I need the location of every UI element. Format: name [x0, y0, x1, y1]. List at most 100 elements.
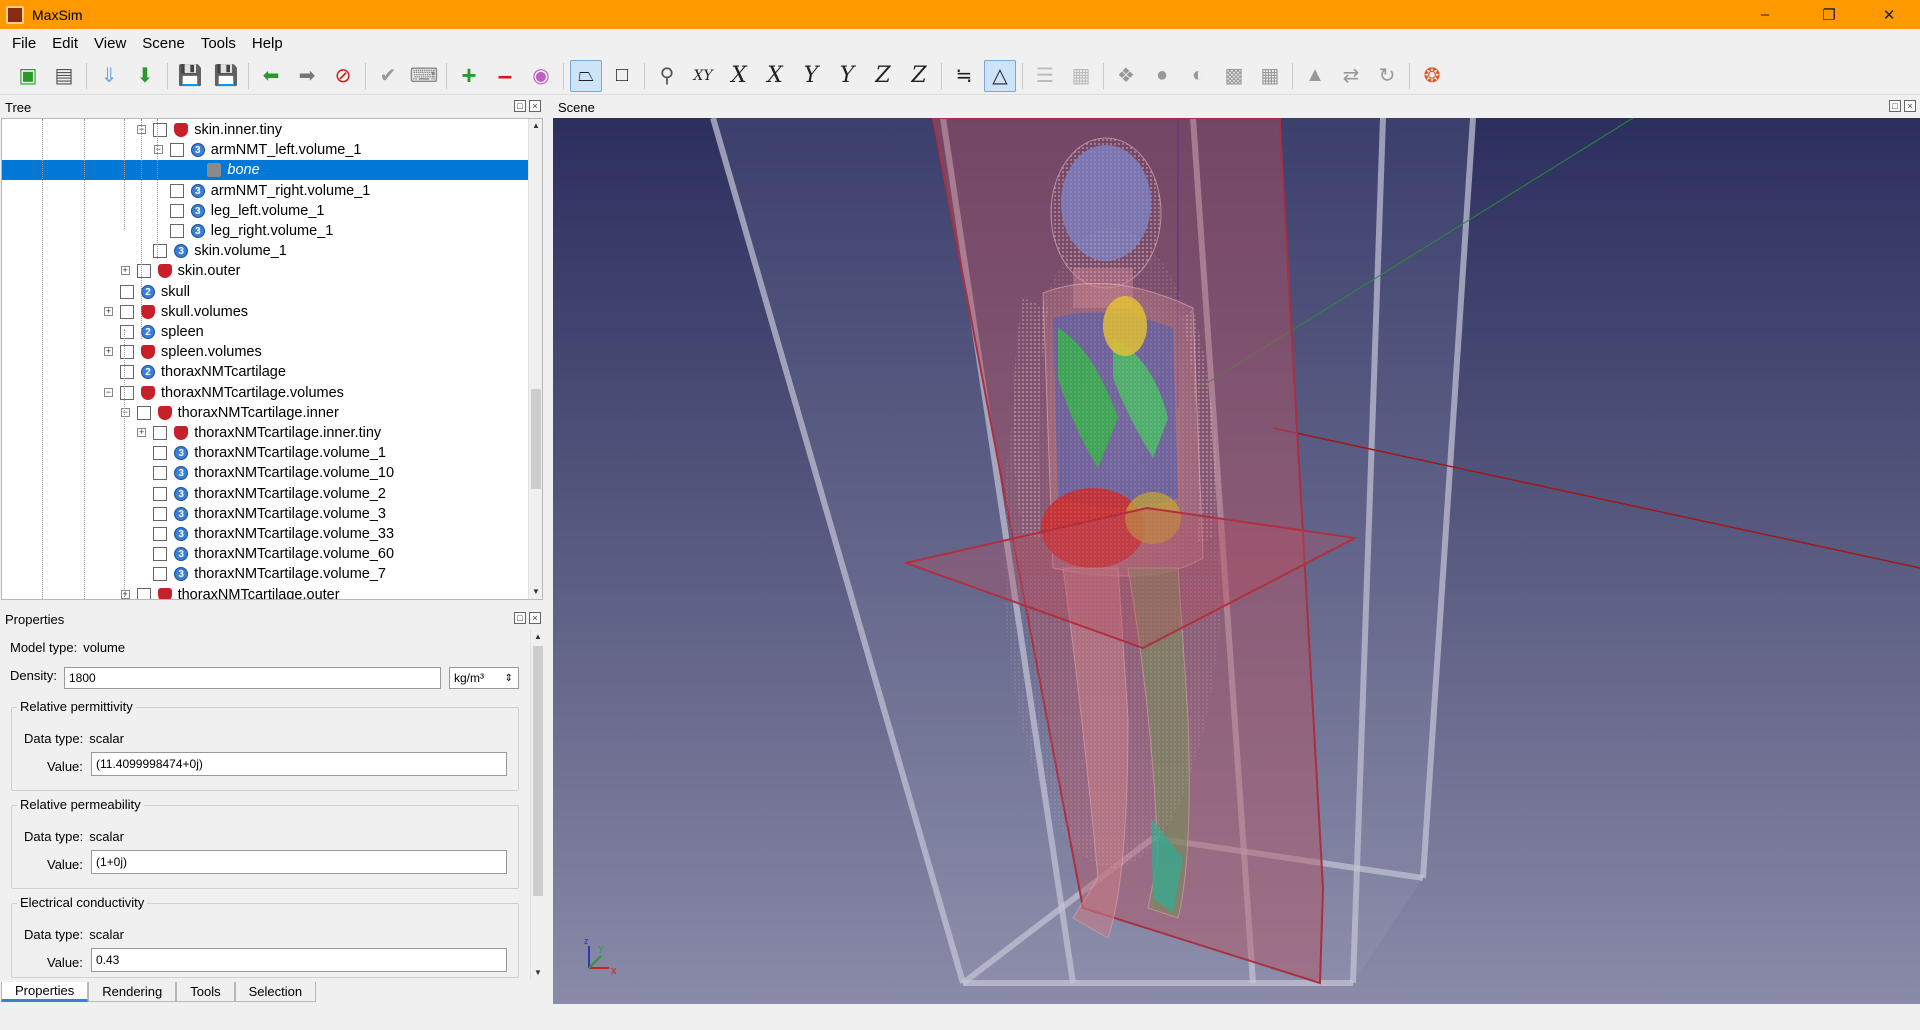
tree-row[interactable]: bone: [2, 160, 530, 181]
visibility-checkbox[interactable]: [120, 325, 134, 339]
keyboard-icon[interactable]: ⌨: [408, 60, 440, 92]
tree-row[interactable]: + thoraxNMTcartilage.inner.tiny: [2, 423, 530, 443]
close-button[interactable]: ✕: [1866, 0, 1912, 29]
tab-properties[interactable]: Properties: [1, 982, 89, 1002]
visibility-checkbox[interactable]: [153, 547, 168, 562]
mesh-icon[interactable]: ❖: [1110, 60, 1142, 92]
refresh-icon[interactable]: ↻: [1371, 60, 1403, 92]
help-lifebuoy-icon[interactable]: ❂: [1416, 60, 1448, 92]
transfer-icon[interactable]: ⇄: [1335, 60, 1367, 92]
visibility-checkbox[interactable]: [153, 486, 168, 501]
tree-row[interactable]: 2 skull: [2, 282, 530, 302]
expand-icon[interactable]: +: [120, 589, 130, 599]
tab-rendering[interactable]: Rendering: [88, 982, 177, 1002]
globe-icon[interactable]: ◐: [1182, 60, 1214, 92]
minimize-button[interactable]: –: [1742, 0, 1788, 29]
visibility-checkbox[interactable]: [120, 284, 134, 299]
redo-icon[interactable]: ➡: [291, 60, 323, 92]
tree-row[interactable]: 3 thoraxNMTcartilage.volume_7: [2, 564, 530, 584]
expand-icon[interactable]: +: [137, 428, 147, 437]
tree-row[interactable]: 3 thoraxNMTcartilage.volume_10: [2, 463, 530, 483]
scroll-down-icon[interactable]: ▼: [531, 966, 545, 980]
tree-row[interactable]: 2 thoraxNMTcartilage: [2, 362, 530, 382]
close-panel-icon[interactable]: ×: [529, 100, 541, 112]
close-panel-icon[interactable]: ×: [529, 612, 541, 624]
properties-scroll-thumb[interactable]: [533, 646, 543, 896]
tree-row[interactable]: 3 thoraxNMTcartilage.volume_2: [2, 484, 530, 504]
new-project-icon[interactable]: ▣: [12, 60, 44, 92]
tree-row[interactable]: − thoraxNMTcartilage.volumes: [2, 383, 530, 403]
remove-icon[interactable]: –: [489, 60, 521, 92]
view-minus-y-icon[interactable]: Y: [831, 60, 863, 92]
collapse-icon[interactable]: −: [153, 145, 163, 155]
stop-icon[interactable]: ⊘: [327, 60, 359, 92]
view-xy-icon[interactable]: XY: [687, 60, 719, 92]
visibility-checkbox[interactable]: [136, 264, 151, 279]
restore-button[interactable]: ❐: [1806, 0, 1852, 29]
menu-scene[interactable]: Scene: [134, 35, 193, 52]
visibility-checkbox[interactable]: [136, 405, 151, 420]
permeability-value-input[interactable]: (1+0j): [91, 850, 507, 874]
permittivity-value-input[interactable]: (11.4099998474+0j): [91, 752, 507, 776]
menu-help[interactable]: Help: [244, 35, 291, 52]
tree-row[interactable]: + thoraxNMTcartilage.outer: [2, 585, 530, 599]
grid-lines-icon[interactable]: ☰: [1029, 60, 1061, 92]
tree-row[interactable]: 3 skin.volume_1: [2, 241, 530, 261]
view-minus-z-icon[interactable]: Z: [903, 60, 935, 92]
check-icon[interactable]: ✔: [372, 60, 404, 92]
visibility-checkbox[interactable]: [153, 506, 168, 521]
expand-icon[interactable]: +: [104, 347, 113, 357]
orthographic-view-icon[interactable]: □: [606, 60, 638, 92]
tree-row[interactable]: − thoraxNMTcartilage.inner: [2, 403, 530, 423]
visibility-checkbox[interactable]: [136, 587, 151, 599]
scroll-down-icon[interactable]: ▼: [529, 585, 542, 599]
wireframe-icon[interactable]: △: [984, 59, 1016, 92]
visibility-checkbox[interactable]: [169, 143, 184, 158]
visibility-checkbox[interactable]: [153, 466, 168, 481]
tree-row[interactable]: − 3 armNMT_left.volume_1: [2, 140, 530, 160]
voxel-icon[interactable]: ▩: [1218, 60, 1250, 92]
view-minus-x-icon[interactable]: X: [759, 60, 791, 92]
tree-scroll-thumb[interactable]: [531, 389, 541, 489]
view-plus-y-icon[interactable]: Y: [795, 60, 827, 92]
tree-row[interactable]: 3 thoraxNMTcartilage.volume_3: [2, 504, 530, 524]
view-plus-z-icon[interactable]: Z: [867, 60, 899, 92]
import-icon[interactable]: ⇓: [93, 60, 125, 92]
table-icon[interactable]: ▦: [1065, 60, 1097, 92]
view-plus-x-icon[interactable]: X: [723, 60, 755, 92]
tree-row[interactable]: − skin.inner.tiny: [2, 120, 530, 140]
visibility-checkbox[interactable]: [153, 244, 168, 259]
tab-selection[interactable]: Selection: [234, 982, 317, 1002]
tree-row[interactable]: + skull.volumes: [2, 302, 530, 322]
menu-view[interactable]: View: [86, 35, 134, 52]
grid-icon[interactable]: ▦: [1254, 60, 1286, 92]
menu-tools[interactable]: Tools: [193, 35, 244, 52]
visibility-checkbox[interactable]: [120, 345, 134, 360]
add-icon[interactable]: +: [453, 60, 485, 92]
scroll-up-icon[interactable]: ▲: [529, 119, 542, 133]
visibility-checkbox[interactable]: [153, 527, 168, 541]
tree-row[interactable]: 3 thoraxNMTcartilage.volume_1: [2, 443, 530, 463]
sphere-icon[interactable]: ●: [1146, 60, 1178, 92]
float-panel-icon[interactable]: □: [514, 612, 526, 624]
menu-edit[interactable]: Edit: [44, 35, 86, 52]
scene-canvas[interactable]: x y z: [553, 118, 1920, 1004]
tree-row[interactable]: 2 spleen: [2, 322, 530, 342]
float-panel-icon[interactable]: □: [514, 100, 526, 112]
clipping-icon[interactable]: ≒: [948, 60, 980, 92]
expand-icon[interactable]: +: [104, 306, 113, 316]
visibility-checkbox[interactable]: [153, 123, 168, 137]
tree-row[interactable]: + spleen.volumes: [2, 342, 530, 362]
zoom-icon[interactable]: ⚲: [651, 60, 683, 92]
visibility-checkbox[interactable]: [153, 446, 168, 461]
visibility-checkbox[interactable]: [169, 203, 184, 218]
collapse-icon[interactable]: −: [120, 407, 130, 417]
open-project-icon[interactable]: ▤: [48, 60, 80, 92]
density-input[interactable]: 1800: [64, 667, 441, 689]
download-icon[interactable]: ⬇: [129, 60, 161, 92]
scroll-up-icon[interactable]: ▲: [531, 630, 545, 644]
visibility-checkbox[interactable]: [120, 365, 134, 380]
menu-file[interactable]: File: [4, 35, 44, 52]
visibility-checkbox[interactable]: [120, 304, 134, 319]
density-unit-select[interactable]: kg/m³ ⇕: [449, 667, 519, 689]
